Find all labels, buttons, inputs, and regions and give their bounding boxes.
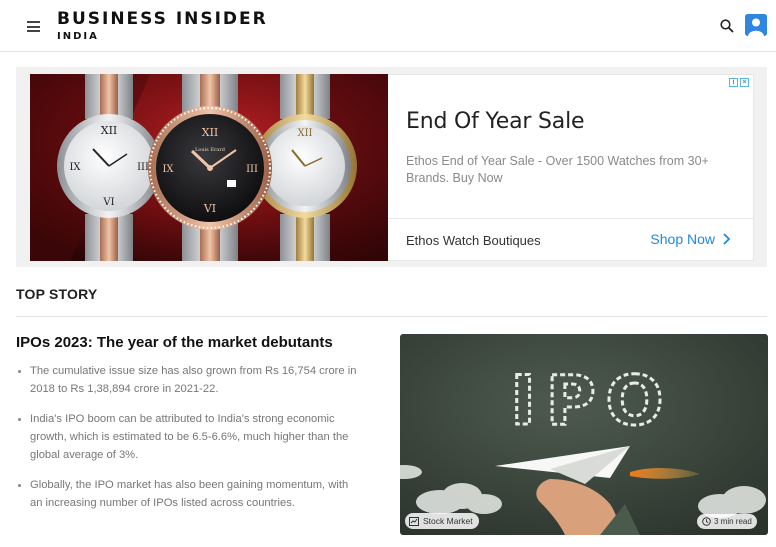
section-title: TOP STORY [16, 286, 98, 302]
category-tag[interactable]: Stock Market [405, 513, 479, 529]
svg-text:IX: IX [162, 164, 174, 175]
story-headline[interactable]: IPOs 2023: The year of the market debuta… [16, 334, 333, 351]
svg-text:IX: IX [69, 162, 81, 173]
adchoices-icon[interactable]: i [729, 78, 738, 87]
svg-text:XII: XII [101, 124, 118, 137]
chart-icon [409, 516, 419, 526]
user-avatar-icon[interactable] [745, 14, 767, 36]
svg-text:VI: VI [102, 197, 114, 208]
site-header: BUSINESS INSIDER INDIA [0, 0, 776, 52]
ipo-chalk-text: IPO [511, 362, 674, 441]
svg-text:VI: VI [203, 202, 216, 215]
ad-title[interactable]: End Of Year Sale [406, 109, 585, 134]
ad-description: Ethos End of Year Sale - Over 1500 Watch… [406, 154, 709, 185]
svg-text:III: III [246, 164, 258, 175]
watch-brand-text: Louis Erard [195, 147, 226, 153]
bullet-item: The cumulative issue size has also grown… [16, 362, 361, 398]
svg-text:XII: XII [297, 128, 312, 139]
chevron-right-icon[interactable] [721, 232, 731, 246]
ad-advertiser: Ethos Watch Boutiques [406, 233, 541, 248]
story-bullets: The cumulative issue size has also grown… [16, 362, 361, 524]
story-image[interactable]: IPO [400, 334, 768, 535]
ad-badge[interactable]: i × [729, 78, 749, 87]
site-logo[interactable]: BUSINESS INSIDER INDIA [57, 10, 268, 42]
read-time-badge: 3 min read [697, 514, 757, 529]
ad-banner[interactable]: XII III IX VI XII XII Louis Erard III IX… [16, 67, 767, 267]
bullet-item: Globally, the IPO market has also been g… [16, 476, 361, 512]
read-time-label: 3 min read [714, 517, 752, 526]
ad-divider [388, 218, 753, 219]
bullet-item: India's IPO boom can be attributed to In… [16, 410, 361, 464]
brand-name: BUSINESS INSIDER [57, 9, 268, 29]
hamburger-menu-icon[interactable] [27, 21, 40, 32]
svg-text:III: III [137, 162, 149, 173]
close-icon[interactable]: × [740, 78, 749, 87]
ad-text-panel[interactable]: i × End Of Year Sale Ethos End of Year S… [388, 74, 754, 261]
shop-now-button[interactable]: Shop Now [650, 231, 715, 247]
section-divider [16, 316, 767, 317]
category-label: Stock Market [423, 516, 473, 526]
clock-icon [702, 517, 711, 526]
search-icon[interactable] [719, 18, 735, 34]
svg-text:XII: XII [202, 126, 219, 139]
brand-edition: INDIA [57, 31, 99, 42]
ad-watches-image[interactable]: XII III IX VI XII XII Louis Erard III IX… [30, 74, 388, 261]
shop-now-label: Shop Now [650, 231, 715, 247]
